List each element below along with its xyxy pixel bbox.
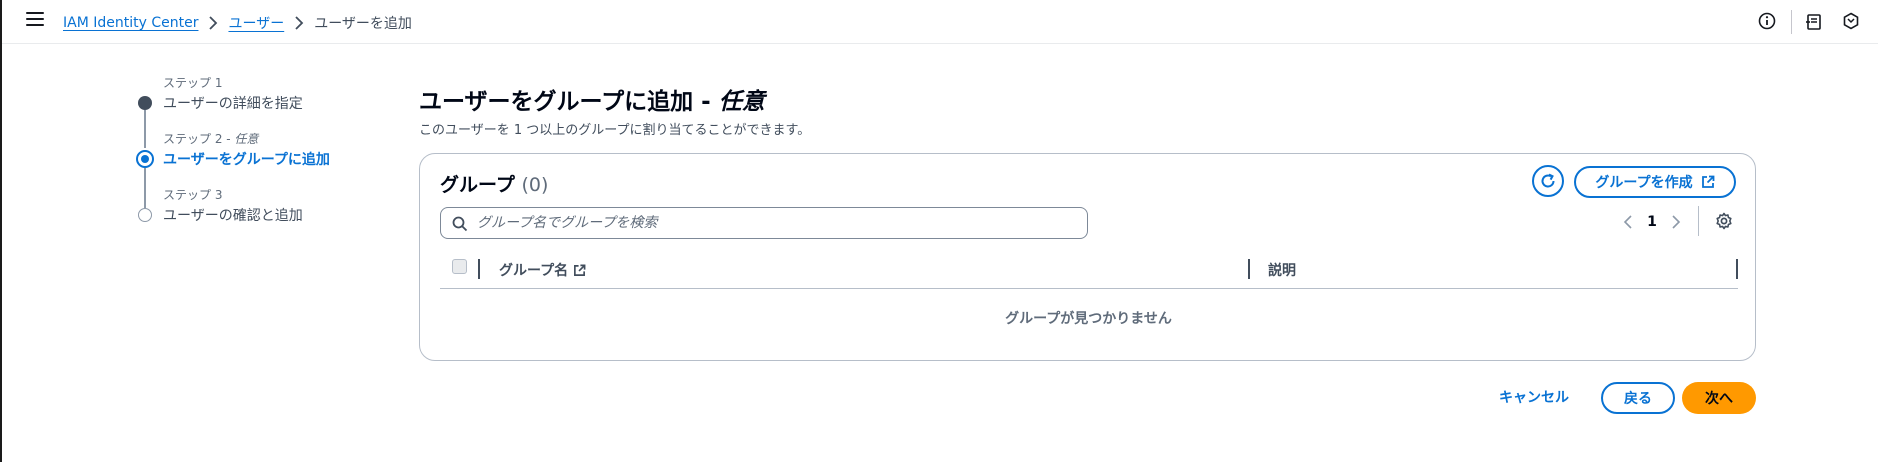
groups-title: グループ	[440, 174, 515, 196]
step-2-indicator	[136, 150, 154, 168]
create-group-label: グループを作成	[1595, 175, 1693, 191]
notes-panel-icon[interactable]	[1805, 13, 1825, 33]
chevron-right-icon	[284, 15, 314, 31]
groups-table-container: グループ (0) グループを作成 1	[419, 153, 1756, 361]
step-2-number: ステップ 2 - 任意	[163, 130, 258, 147]
groups-count: (0)	[521, 174, 549, 196]
step-3-label: ユーザーの確認と追加	[163, 208, 303, 224]
current-page-number[interactable]: 1	[1640, 214, 1664, 230]
hexagon-icon[interactable]	[1842, 12, 1862, 32]
column-group-name-label: グループ名	[499, 263, 569, 279]
column-divider[interactable]	[1248, 259, 1250, 279]
next-page-button[interactable]	[1664, 212, 1688, 232]
chevron-left-icon	[1623, 215, 1632, 229]
refresh-icon	[1541, 173, 1555, 188]
create-group-button[interactable]: グループを作成	[1574, 166, 1736, 198]
pager-divider	[1698, 206, 1699, 236]
column-header-group-name[interactable]: グループ名	[499, 260, 586, 280]
step-connector	[144, 168, 146, 208]
previous-page-button[interactable]	[1616, 212, 1640, 232]
cancel-button[interactable]: キャンセル	[1499, 387, 1569, 407]
groups-header: グループ (0)	[440, 170, 548, 197]
step-2-number-text: ステップ 2 -	[163, 132, 235, 146]
step-2-optional: 任意	[234, 132, 259, 146]
page-title: ユーザーをグループに追加 - 任意	[419, 82, 765, 116]
column-header-description[interactable]: 説明	[1268, 260, 1296, 280]
select-all-checkbox[interactable]	[452, 259, 467, 274]
step-1-indicator	[138, 96, 152, 110]
step-3-indicator	[138, 208, 152, 222]
column-description-label: 説明	[1268, 263, 1296, 279]
step-1-number: ステップ 1	[163, 76, 223, 90]
next-button[interactable]: 次へ	[1682, 382, 1756, 414]
breadcrumb-users[interactable]: ユーザー	[228, 13, 284, 33]
chevron-right-icon	[1672, 215, 1681, 229]
breadcrumb-iam-identity-center[interactable]: IAM Identity Center	[63, 15, 198, 31]
step-3-number: ステップ 3	[163, 188, 223, 202]
step-connector	[144, 110, 146, 148]
page-title-optional: 任意	[718, 89, 765, 115]
search-icon	[452, 216, 468, 232]
step-2-label: ユーザーをグループに追加	[163, 152, 330, 168]
gear-icon	[1716, 212, 1732, 230]
group-search-field[interactable]	[440, 207, 1088, 239]
table-header: グループ名 説明	[440, 251, 1738, 289]
chevron-right-icon	[198, 15, 228, 31]
toolbar-divider	[1791, 10, 1792, 34]
top-navigation-bar: IAM Identity Center ユーザー ユーザーを追加	[2, 0, 1878, 44]
external-link-icon	[1701, 175, 1714, 188]
back-button[interactable]: 戻る	[1601, 382, 1675, 414]
page-description: このユーザーを 1 つ以上のグループに割り当てることができます。	[419, 123, 811, 138]
column-divider[interactable]	[1736, 259, 1738, 279]
external-link-icon	[574, 264, 586, 276]
menu-icon[interactable]	[26, 12, 44, 28]
empty-state-message: グループが見つかりません	[1005, 311, 1172, 327]
table-preferences-button[interactable]	[1715, 212, 1733, 234]
column-divider[interactable]	[478, 259, 480, 279]
breadcrumb: IAM Identity Center ユーザー ユーザーを追加	[63, 13, 412, 33]
breadcrumb-current: ユーザーを追加	[314, 16, 412, 32]
step-1-label[interactable]: ユーザーの詳細を指定	[163, 93, 303, 113]
refresh-button[interactable]	[1532, 165, 1564, 197]
pagination: 1	[1616, 212, 1688, 232]
group-search-input[interactable]	[477, 208, 1077, 238]
page-title-text: ユーザーをグループに追加 -	[419, 89, 719, 115]
info-icon[interactable]	[1758, 12, 1778, 32]
